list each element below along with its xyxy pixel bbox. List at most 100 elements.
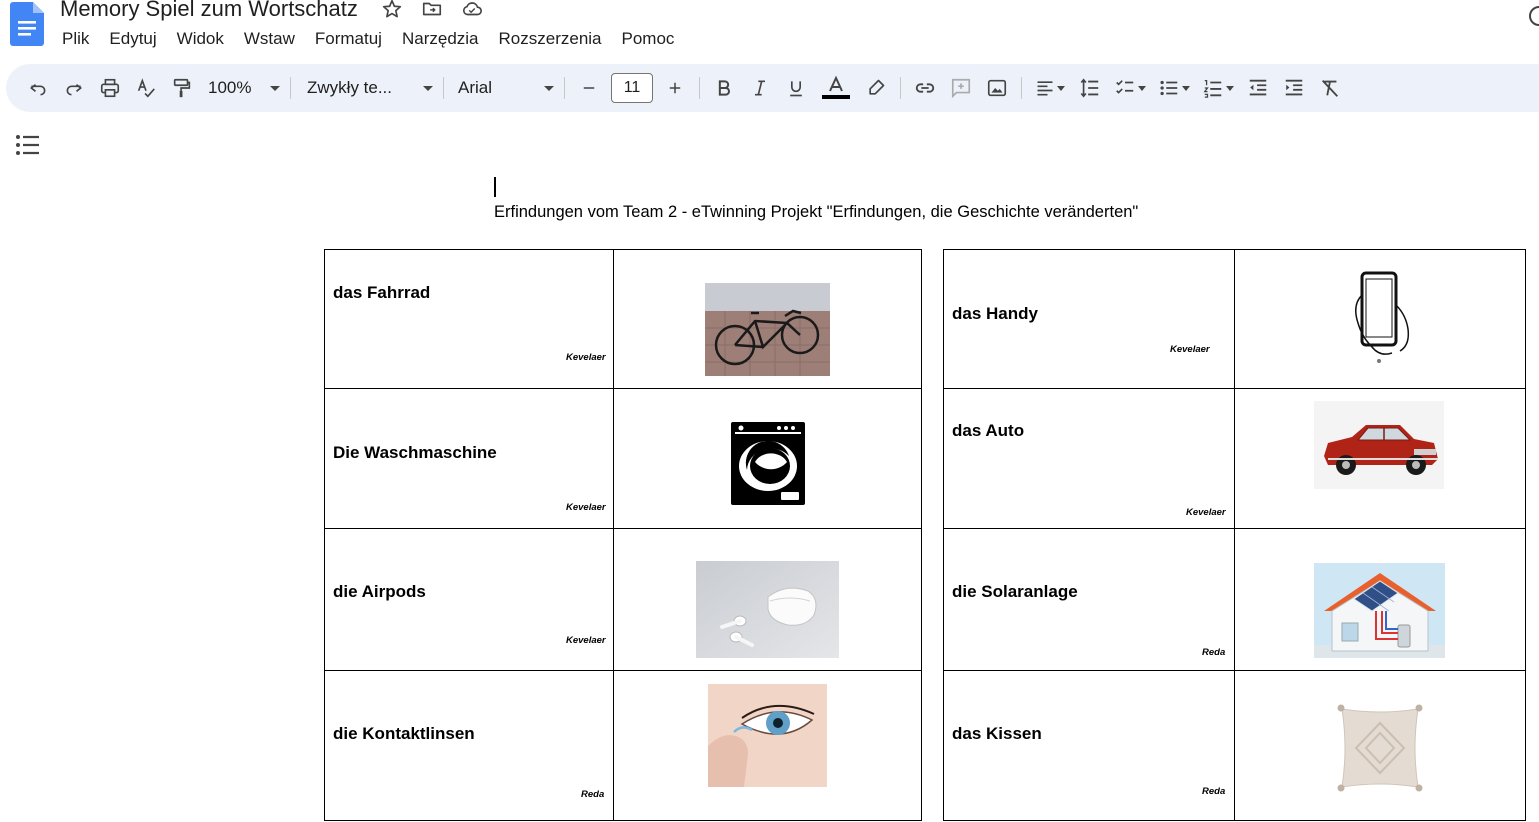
- car-image[interactable]: [1314, 401, 1444, 489]
- paint-format-button[interactable]: [164, 72, 200, 104]
- underline-button[interactable]: [778, 72, 814, 104]
- add-comment-icon: [951, 78, 971, 99]
- image-cell[interactable]: [613, 388, 922, 529]
- menu-file[interactable]: Plik: [52, 29, 99, 49]
- menu-edit[interactable]: Edytuj: [99, 29, 166, 49]
- underline-icon: [790, 81, 802, 97]
- decrease-font-size-button[interactable]: [571, 72, 607, 104]
- word-label: die Airpods: [333, 582, 426, 601]
- history-icon[interactable]: [1526, 4, 1539, 28]
- pillow-image[interactable]: [1332, 701, 1428, 795]
- bulleted-list-dropdown[interactable]: [1152, 72, 1196, 104]
- menu-tools[interactable]: Narzędzia: [392, 29, 489, 49]
- spellcheck-button[interactable]: [128, 72, 164, 104]
- author-label: Reda: [1202, 647, 1226, 658]
- table-row: Die Waschmaschine Kevelaer das Auto Keve…: [324, 388, 1526, 529]
- image-cell[interactable]: [1234, 528, 1526, 671]
- undo-button[interactable]: [20, 72, 56, 104]
- image-cell[interactable]: [1234, 249, 1526, 389]
- menu-bar: Plik Edytuj Widok Wstaw Formatuj Narzędz…: [52, 27, 684, 51]
- document-outline-icon[interactable]: [14, 132, 42, 158]
- text-color-icon: [822, 75, 850, 99]
- increase-font-size-button[interactable]: [657, 72, 693, 104]
- word-label: das Kissen: [952, 724, 1042, 743]
- move-to-folder-icon[interactable]: [420, 0, 444, 21]
- author-label: Kevelaer: [566, 502, 606, 513]
- italic-button[interactable]: [742, 72, 778, 104]
- image-icon: [987, 79, 1007, 97]
- airpods-image[interactable]: [696, 561, 839, 658]
- menu-format[interactable]: Formatuj: [305, 29, 392, 49]
- author-label: Kevelaer: [566, 352, 606, 363]
- solar-house-image[interactable]: [1314, 563, 1445, 658]
- insert-link-button[interactable]: [907, 72, 943, 104]
- chevron-down-icon: [544, 85, 554, 91]
- checklist-dropdown[interactable]: [1108, 72, 1152, 104]
- cloud-status-icon[interactable]: [460, 0, 484, 21]
- word-cell[interactable]: die Solaranlage Reda: [943, 528, 1235, 671]
- insert-image-button[interactable]: [979, 72, 1015, 104]
- star-icon[interactable]: [380, 0, 404, 21]
- paint-format-icon: [173, 78, 191, 98]
- chevron-down-icon: [1138, 85, 1146, 91]
- chevron-down-icon: [1226, 85, 1234, 91]
- image-cell[interactable]: [1234, 670, 1526, 821]
- paragraph-style-value: Zwykły te...: [307, 78, 393, 97]
- document-heading[interactable]: Erfindungen vom Team 2 - eTwinning Proje…: [494, 203, 1138, 222]
- line-spacing-button[interactable]: [1072, 72, 1108, 104]
- highlighter-icon: [869, 79, 885, 95]
- menu-help[interactable]: Pomoc: [612, 29, 685, 49]
- image-cell[interactable]: [613, 249, 922, 389]
- font-size-input[interactable]: 11: [611, 73, 653, 103]
- author-label: Kevelaer: [566, 635, 606, 646]
- word-cell[interactable]: die Kontaktlinsen Reda: [324, 670, 614, 821]
- plus-icon: [669, 82, 681, 94]
- print-button[interactable]: [92, 72, 128, 104]
- font-dropdown[interactable]: Arial: [450, 72, 558, 104]
- image-cell[interactable]: [1234, 388, 1526, 529]
- word-cell[interactable]: das Fahrrad Kevelaer: [324, 249, 614, 389]
- minus-icon: [583, 87, 595, 89]
- image-cell[interactable]: [613, 670, 922, 821]
- redo-button[interactable]: [56, 72, 92, 104]
- decrease-indent-button[interactable]: [1240, 72, 1276, 104]
- bicycle-image[interactable]: [705, 283, 830, 376]
- checklist-icon: [1116, 80, 1134, 94]
- toolbar-divider: [699, 77, 700, 99]
- bold-icon: [718, 80, 730, 96]
- decrease-indent-icon: [1249, 79, 1267, 96]
- table-row: die Airpods Kevelaer die Solaranlage Red…: [324, 528, 1526, 671]
- toolbar-divider: [443, 77, 444, 99]
- word-cell[interactable]: das Kissen Reda: [943, 670, 1235, 821]
- increase-indent-button[interactable]: [1276, 72, 1312, 104]
- document-title[interactable]: Memory Spiel zum Wortschatz: [60, 0, 358, 22]
- clear-formatting-button[interactable]: [1312, 72, 1348, 104]
- contact-lens-image[interactable]: [708, 684, 827, 787]
- word-cell[interactable]: das Handy Kevelaer: [943, 249, 1235, 389]
- line-spacing-icon: [1080, 78, 1099, 98]
- smartphone-image[interactable]: [1328, 265, 1430, 370]
- toolbar-divider: [290, 77, 291, 99]
- google-docs-icon[interactable]: [10, 2, 44, 46]
- image-cell[interactable]: [613, 528, 922, 671]
- font-value: Arial: [458, 78, 493, 97]
- cut-line-cell: [921, 670, 944, 821]
- text-color-button[interactable]: [814, 72, 858, 104]
- paragraph-style-dropdown[interactable]: Zwykły te...: [297, 72, 437, 104]
- menu-view[interactable]: Widok: [167, 29, 234, 49]
- add-comment-button[interactable]: [943, 72, 979, 104]
- numbered-list-dropdown[interactable]: [1196, 72, 1240, 104]
- washing-machine-image[interactable]: [731, 422, 805, 505]
- zoom-dropdown[interactable]: 100%: [200, 72, 284, 104]
- word-cell[interactable]: die Airpods Kevelaer: [324, 528, 614, 671]
- word-label: Die Waschmaschine: [333, 443, 497, 462]
- menu-insert[interactable]: Wstaw: [234, 29, 305, 49]
- menu-extensions[interactable]: Rozszerzenia: [489, 29, 612, 49]
- numbered-list-icon: [1203, 80, 1222, 98]
- bold-button[interactable]: [706, 72, 742, 104]
- word-cell[interactable]: Die Waschmaschine Kevelaer: [324, 388, 614, 529]
- word-cell[interactable]: das Auto Kevelaer: [943, 388, 1235, 529]
- highlight-color-button[interactable]: [858, 72, 894, 104]
- toolbar-divider: [900, 77, 901, 99]
- align-dropdown[interactable]: [1028, 72, 1072, 104]
